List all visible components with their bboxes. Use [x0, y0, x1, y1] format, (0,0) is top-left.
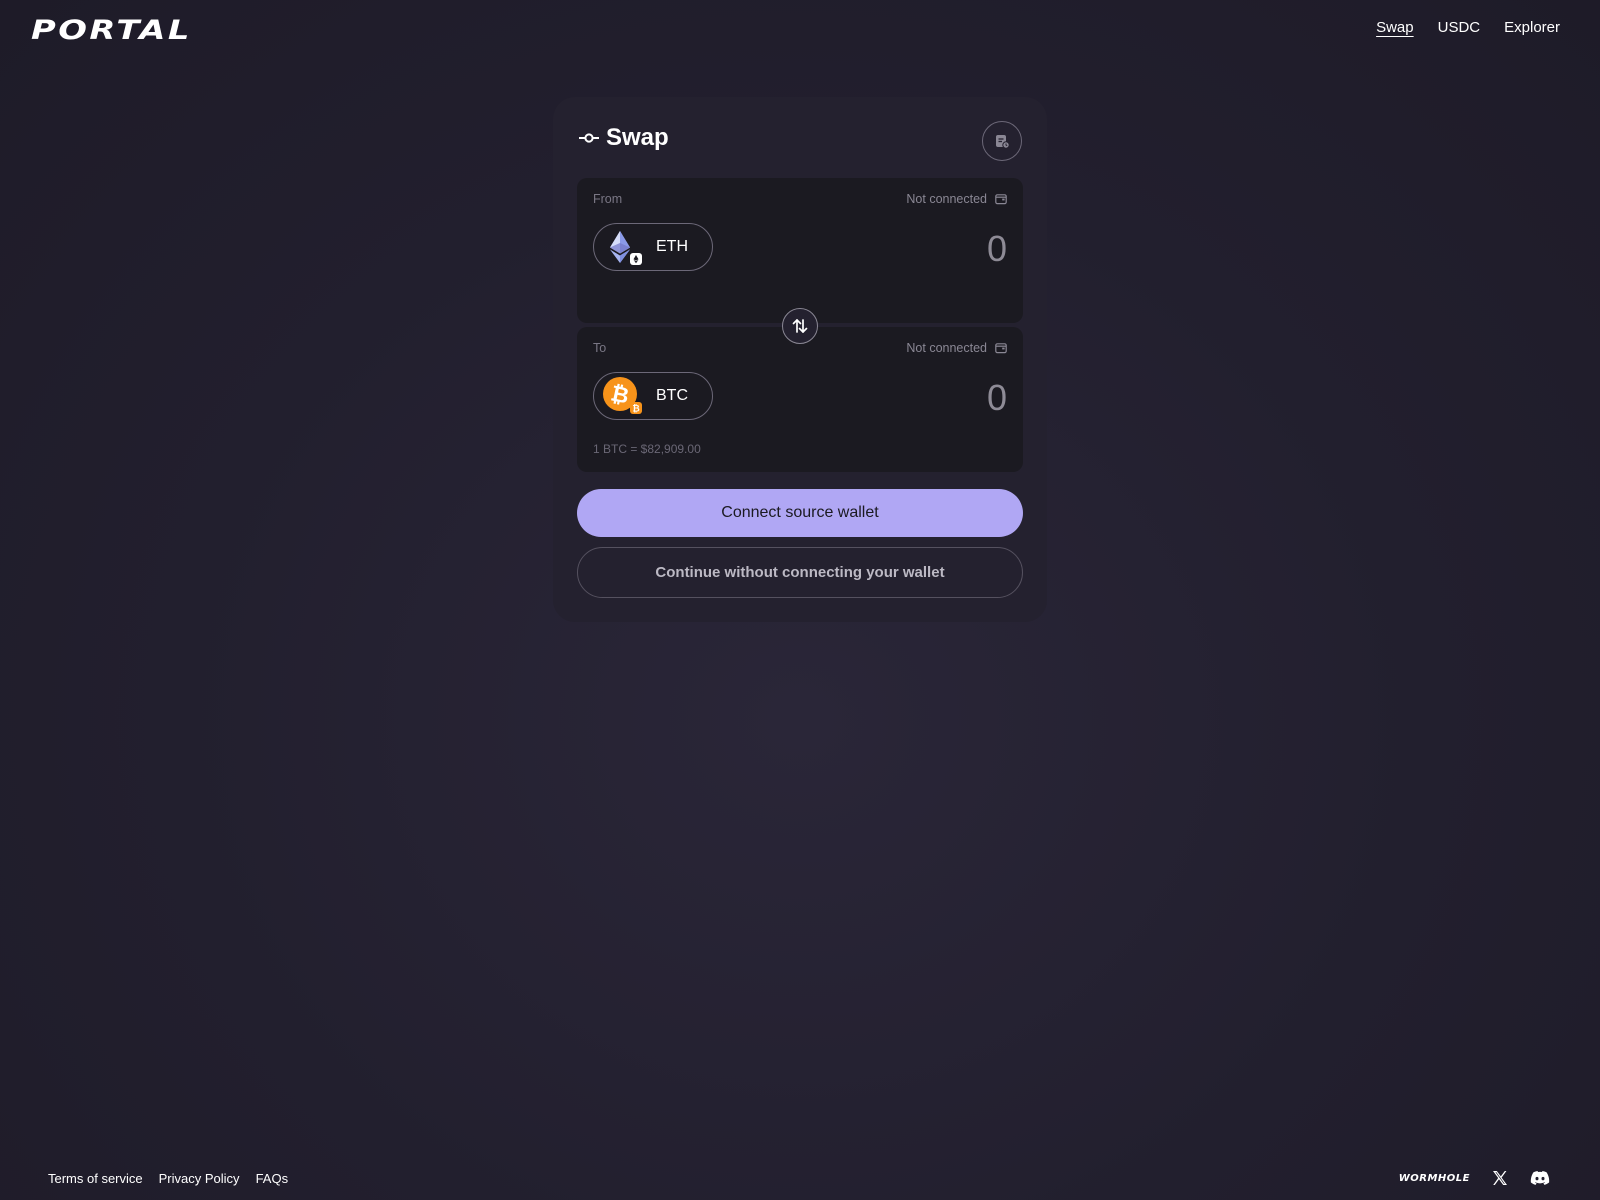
terms-link[interactable]: Terms of service	[48, 1171, 143, 1186]
privacy-link[interactable]: Privacy Policy	[159, 1171, 240, 1186]
wallet-icon	[995, 343, 1007, 354]
transaction-history-button[interactable]	[982, 121, 1022, 161]
ethereum-icon	[602, 227, 642, 267]
card-header: Swap	[579, 124, 669, 152]
to-token-selector[interactable]: ₿ ₿ BTC	[593, 372, 713, 420]
footer-links: Terms of service Privacy Policy FAQs	[48, 1171, 288, 1186]
discord-icon[interactable]	[1530, 1170, 1550, 1186]
svg-text:₿: ₿	[632, 404, 639, 415]
nav-usdc[interactable]: USDC	[1438, 18, 1481, 38]
from-token-symbol: ETH	[656, 238, 688, 255]
swap-direction-button[interactable]	[782, 308, 818, 344]
wormhole-logo[interactable]: WORMHOLE	[1399, 1173, 1470, 1184]
to-wallet-status-text: Not connected	[906, 341, 987, 355]
from-wallet-status: Not connected	[906, 192, 1007, 206]
top-nav: Swap USDC Explorer	[1376, 18, 1560, 38]
faqs-link[interactable]: FAQs	[256, 1171, 289, 1186]
to-token-symbol: BTC	[656, 387, 688, 404]
footer-social: WORMHOLE	[1399, 1170, 1550, 1186]
to-amount-input[interactable]	[807, 377, 1007, 419]
bitcoin-icon: ₿ ₿	[602, 376, 642, 416]
to-label: To	[593, 341, 607, 355]
receipt-clock-icon	[996, 135, 1010, 149]
x-icon[interactable]	[1492, 1170, 1508, 1186]
from-token-selector[interactable]: ETH	[593, 223, 713, 271]
wallet-icon	[995, 194, 1007, 205]
from-wallet-status-text: Not connected	[906, 192, 987, 206]
from-label: From	[593, 192, 623, 206]
to-wallet-status: Not connected	[906, 341, 1007, 355]
commit-icon	[579, 133, 599, 143]
exchange-rate: 1 BTC = $82,909.00	[593, 442, 701, 456]
from-amount-input[interactable]	[807, 228, 1007, 270]
connect-source-wallet-button[interactable]: Connect source wallet	[577, 489, 1023, 537]
to-panel: To Not connected ₿ ₿ BTC 1	[577, 327, 1023, 472]
nav-explorer[interactable]: Explorer	[1504, 18, 1560, 38]
swap-vertical-icon	[792, 319, 808, 333]
from-panel: From Not connected ETH 0	[577, 178, 1023, 323]
ethereum-chain-badge	[630, 253, 642, 265]
continue-without-wallet-button[interactable]: Continue without connecting your wallet	[577, 547, 1023, 598]
portal-logo[interactable]: PORTAL	[31, 15, 192, 46]
card-title: Swap	[606, 124, 669, 151]
bitcoin-chain-badge: ₿	[630, 402, 642, 414]
nav-swap[interactable]: Swap	[1376, 18, 1414, 38]
swap-card: Swap From Not connected ETH 0 To Not con…	[553, 97, 1047, 622]
